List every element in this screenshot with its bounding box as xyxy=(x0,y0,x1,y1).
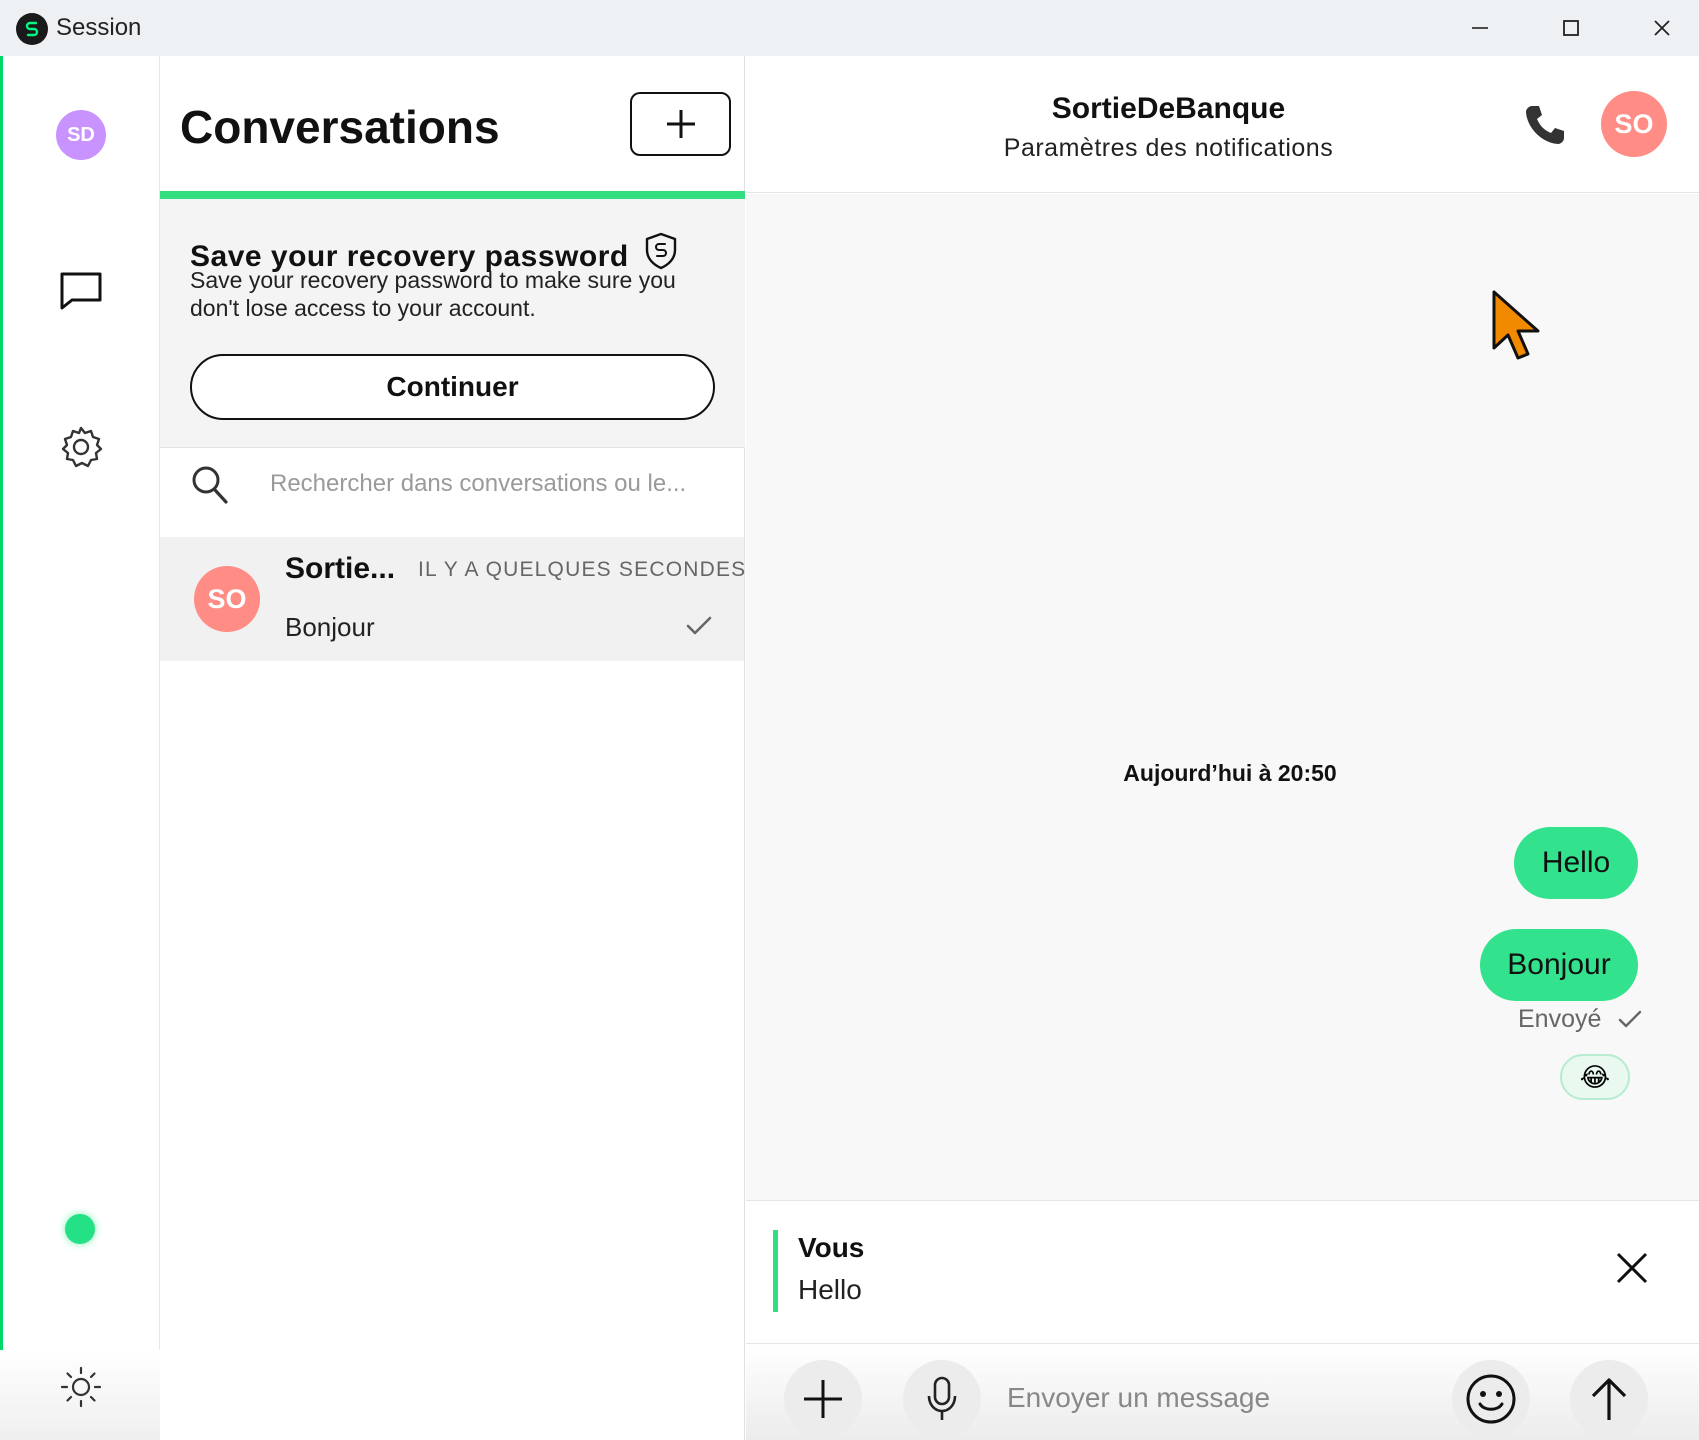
online-status-indicator xyxy=(65,1214,95,1244)
messages-icon xyxy=(60,272,102,310)
mouse-cursor-icon xyxy=(1490,288,1546,369)
plus-icon xyxy=(804,1380,842,1418)
close-icon xyxy=(1616,1252,1648,1284)
contact-avatar[interactable]: SO xyxy=(1601,91,1667,157)
recovery-description: Save your recovery password to make sure… xyxy=(190,267,676,321)
close-window-button[interactable] xyxy=(1616,0,1699,56)
new-conversation-button[interactable] xyxy=(630,92,731,156)
chat-contact-name[interactable]: SortieDeBanque xyxy=(746,92,1591,126)
close-reply-button[interactable] xyxy=(1612,1248,1652,1293)
reply-author: Vous xyxy=(798,1232,865,1263)
shield-icon xyxy=(645,232,676,270)
settings-nav-button[interactable] xyxy=(58,424,104,475)
search-input[interactable] xyxy=(268,466,728,502)
read-check-icon xyxy=(686,615,712,642)
notification-settings-link[interactable]: Paramètres des notifications xyxy=(746,134,1591,163)
reaction-badge[interactable]: 😂 xyxy=(1560,1054,1630,1100)
messages-nav-button[interactable] xyxy=(58,270,104,317)
conversation-name: Sortie... xyxy=(285,552,396,585)
voice-message-button[interactable] xyxy=(903,1360,981,1438)
rail-accent-line xyxy=(0,56,3,1440)
maximize-button[interactable] xyxy=(1525,0,1617,56)
reply-preview-bar xyxy=(746,1200,1699,1344)
message-bubble[interactable]: Bonjour xyxy=(1480,929,1638,1001)
sent-check-icon xyxy=(1618,1010,1642,1035)
date-separator: Aujourd’hui à 20:50 xyxy=(1123,760,1337,786)
theme-sun-icon xyxy=(60,1366,102,1408)
minimize-icon xyxy=(1472,27,1488,29)
search-icon xyxy=(190,463,230,507)
session-logo-icon xyxy=(16,13,48,45)
settings-icon xyxy=(61,426,103,468)
conversation-timestamp: IL Y A QUELQUES SECONDES xyxy=(418,558,747,581)
minimize-button[interactable] xyxy=(1434,0,1526,56)
window-title: Session xyxy=(56,14,142,41)
reply-text: Hello xyxy=(798,1274,862,1305)
maximize-icon xyxy=(1563,20,1579,36)
smiley-icon xyxy=(1466,1374,1516,1424)
conversations-title: Conversations xyxy=(180,101,500,153)
laughing-emoji-icon: 😂 xyxy=(1579,1061,1611,1092)
messages-area xyxy=(746,194,1699,1200)
plus-icon xyxy=(666,110,695,138)
microphone-icon xyxy=(927,1376,957,1420)
conversation-avatar: SO xyxy=(194,566,260,632)
message-bubble[interactable]: Hello xyxy=(1514,827,1638,899)
progress-accent-bar xyxy=(160,191,745,199)
arrow-up-icon xyxy=(1591,1378,1627,1420)
phone-icon xyxy=(1526,106,1564,144)
message-status: Envoyé xyxy=(1518,1005,1602,1033)
profile-avatar[interactable]: SD xyxy=(56,110,106,160)
reply-accent-line xyxy=(773,1230,778,1312)
call-button[interactable] xyxy=(1522,102,1568,153)
close-icon xyxy=(1654,20,1670,36)
continue-button[interactable]: Continuer xyxy=(190,354,715,420)
attach-button[interactable] xyxy=(784,1360,862,1438)
theme-toggle-button[interactable] xyxy=(60,1366,102,1413)
send-button[interactable] xyxy=(1570,1360,1648,1438)
message-input[interactable] xyxy=(1005,1378,1425,1418)
emoji-button[interactable] xyxy=(1452,1360,1530,1438)
conversation-preview: Bonjour xyxy=(285,612,375,642)
